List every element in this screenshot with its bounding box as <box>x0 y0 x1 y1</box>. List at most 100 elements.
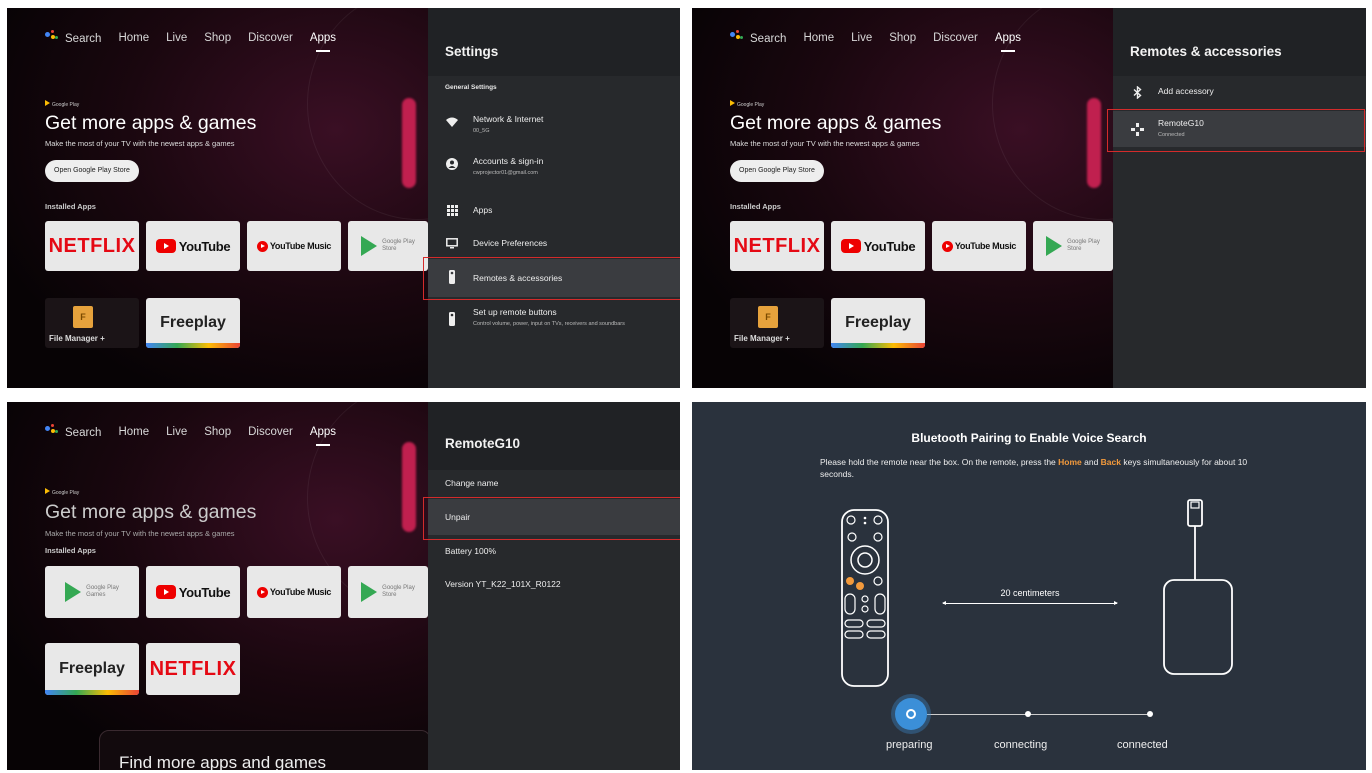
app-tile-google-play-store[interactable]: Google Play Store <box>1033 221 1113 271</box>
nav-search[interactable]: Search <box>45 424 101 439</box>
app-tile-freeplay[interactable]: Freeplay <box>831 298 925 348</box>
youtube-music-icon <box>256 586 268 598</box>
app-tile-youtube-music[interactable]: YouTube Music <box>247 221 341 271</box>
google-play-icon <box>730 100 735 106</box>
change-name-item[interactable]: Change name <box>445 478 498 488</box>
tv-box-illustration <box>1163 499 1233 675</box>
google-play-label: Google Play <box>45 100 79 108</box>
google-play-icon <box>361 236 378 256</box>
google-play-icon <box>45 100 50 106</box>
highlight-remotes-accessories <box>423 257 680 300</box>
nav-apps[interactable]: Apps <box>995 32 1021 52</box>
file-manager-icon: F <box>73 306 93 328</box>
battery-item: Battery 100% <box>445 546 497 556</box>
bluetooth-icon <box>1130 85 1144 99</box>
back-key-label: Back <box>1100 457 1121 467</box>
google-assistant-icon <box>45 30 61 42</box>
step-preparing-label: preparing <box>886 739 933 751</box>
google-assistant-icon <box>730 30 746 42</box>
app-tile-netflix[interactable]: NETFLIX <box>146 643 240 695</box>
tv-home-background: Search Home Live Shop Discover Apps Goog… <box>692 8 1214 388</box>
app-tile-file-manager[interactable]: F File Manager + <box>45 298 139 348</box>
app-tile-netflix[interactable]: NETFLIX <box>45 221 139 271</box>
pairing-progress-line <box>912 714 1152 715</box>
google-play-icon <box>1046 236 1063 256</box>
google-play-label: Google Play <box>45 488 79 496</box>
remote-detail-panel: RemoteG10 Change name Unpair Battery 100… <box>428 402 680 770</box>
youtube-music-icon <box>941 240 953 252</box>
top-nav: Search Home Live Shop Discover Apps <box>45 30 336 52</box>
settings-item-apps[interactable]: Apps <box>428 198 680 222</box>
app-tile-freeplay[interactable]: Freeplay <box>45 643 139 695</box>
installed-apps-heading: Installed Apps <box>45 202 96 211</box>
app-tile-freeplay[interactable]: Freeplay <box>146 298 240 348</box>
hero-subtitle: Make the most of your TV with the newest… <box>45 139 235 148</box>
account-icon <box>445 157 459 171</box>
version-item: Version YT_K22_101X_R0122 <box>445 579 561 589</box>
step-connected-label: connected <box>1117 739 1168 751</box>
remotes-title: Remotes & accessories <box>1130 44 1282 59</box>
remote-detail-screenshot: Search Home Live Shop Discover Apps Goog… <box>7 402 680 770</box>
google-play-label: Google Play <box>730 100 764 108</box>
open-play-store-button[interactable]: Open Google Play Store <box>730 160 824 182</box>
wifi-icon <box>445 115 459 129</box>
nav-shop[interactable]: Shop <box>204 32 231 44</box>
google-assistant-icon <box>45 424 61 436</box>
top-nav: Search Home Live Shop Discover Apps <box>45 424 336 446</box>
app-tile-netflix[interactable]: NETFLIX <box>730 221 824 271</box>
app-tile-file-manager[interactable]: F File Manager + <box>730 298 824 348</box>
nav-live[interactable]: Live <box>166 426 187 438</box>
hero-title: Get more apps & games <box>45 501 257 523</box>
nav-home[interactable]: Home <box>118 426 149 438</box>
app-tile-youtube[interactable]: YouTube <box>146 221 240 271</box>
nav-discover[interactable]: Discover <box>933 32 978 44</box>
app-tile-youtube-music[interactable]: YouTube Music <box>932 221 1026 271</box>
find-more-card[interactable]: Find more apps and games <box>99 730 431 770</box>
tv-icon <box>445 236 459 250</box>
remote-detail-title: RemoteG10 <box>445 436 521 451</box>
nav-discover[interactable]: Discover <box>248 32 293 44</box>
nav-search[interactable]: Search <box>730 30 786 45</box>
settings-title: Settings <box>445 44 499 59</box>
settings-screenshot: Search Home Live Shop Discover Apps Goog… <box>7 8 680 388</box>
top-nav: Search Home Live Shop Discover Apps <box>730 30 1021 52</box>
remotes-screenshot: Search Home Live Shop Discover Apps Goog… <box>692 8 1366 388</box>
nav-home[interactable]: Home <box>803 32 834 44</box>
nav-live[interactable]: Live <box>166 32 187 44</box>
nav-discover[interactable]: Discover <box>248 426 293 438</box>
remotes-panel: Remotes & accessories Add accessory Remo… <box>1113 8 1366 388</box>
step-preparing-indicator <box>895 698 927 730</box>
highlight-unpair <box>423 497 680 540</box>
settings-item-setup-remote-buttons[interactable]: Set up remote buttons Control volume, po… <box>428 304 680 344</box>
tv-home-background: Search Home Live Shop Discover Apps Goog… <box>7 8 529 388</box>
open-play-store-button[interactable]: Open Google Play Store <box>45 160 139 182</box>
settings-item-network[interactable]: Network & Internet 00_5G <box>428 108 680 138</box>
nav-live[interactable]: Live <box>851 32 872 44</box>
app-tile-google-play-games[interactable]: Google Play Games <box>45 566 139 618</box>
file-manager-icon: F <box>758 306 778 328</box>
distance-label: 20 centimeters <box>1000 588 1060 598</box>
step-connecting-label: connecting <box>994 739 1048 751</box>
app-tile-youtube[interactable]: YouTube <box>146 566 240 618</box>
remotes-item-add-accessory[interactable]: Add accessory <box>1113 80 1366 104</box>
nav-search[interactable]: Search <box>45 30 101 45</box>
nav-shop[interactable]: Shop <box>889 32 916 44</box>
nav-apps[interactable]: Apps <box>310 426 336 446</box>
pairing-title: Bluetooth Pairing to Enable Voice Search <box>911 431 1147 445</box>
google-play-icon <box>45 488 50 494</box>
nav-apps[interactable]: Apps <box>310 32 336 52</box>
app-tile-google-play-store[interactable]: Google Play Store <box>348 221 428 271</box>
nav-shop[interactable]: Shop <box>204 426 231 438</box>
nav-home[interactable]: Home <box>118 32 149 44</box>
google-play-games-icon <box>65 582 82 602</box>
google-play-icon <box>361 582 378 602</box>
settings-item-accounts[interactable]: Accounts & sign-in cwprojector01@gmail.c… <box>428 150 680 180</box>
app-tile-youtube-music[interactable]: YouTube Music <box>247 566 341 618</box>
settings-item-device-preferences[interactable]: Device Preferences <box>428 231 680 255</box>
app-tile-youtube[interactable]: YouTube <box>831 221 925 271</box>
home-key-label: Home <box>1058 457 1082 467</box>
app-tile-google-play-store[interactable]: Google Play Store <box>348 566 428 618</box>
pairing-description: Please hold the remote near the box. On … <box>820 457 1248 479</box>
remote-icon <box>445 312 459 326</box>
distance-arrow <box>942 601 1118 605</box>
